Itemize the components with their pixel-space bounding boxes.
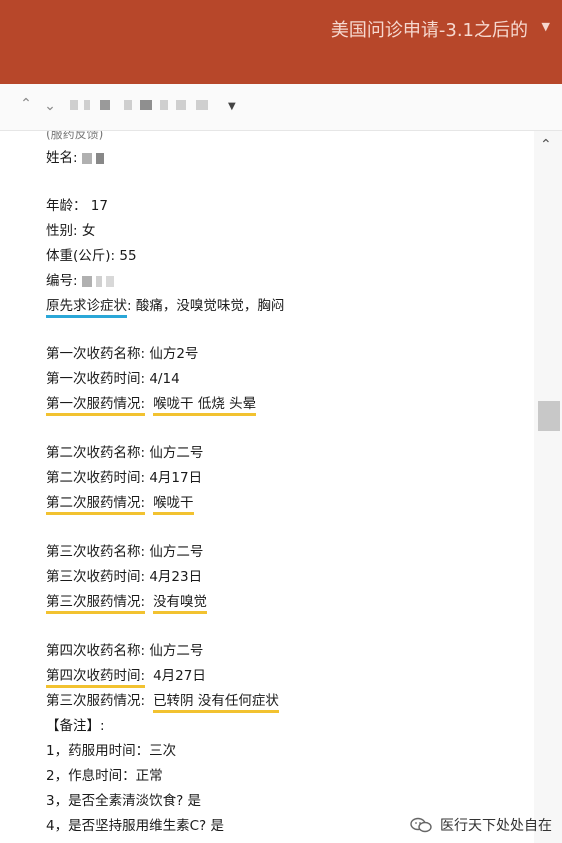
- first-time-line: 第一次收药时间: 4/14: [46, 371, 180, 387]
- third-status-label: 第三次服药情况:: [46, 594, 146, 614]
- third-time-line: 第三次收药时间: 4月23日: [46, 569, 203, 585]
- window-title: 美国问诊申请-3.1之后的: [330, 20, 528, 41]
- second-med-line: 第二次收药名称: 仙方二号: [46, 445, 204, 461]
- fourth-time-line: 第四次收药时间: 4月27日: [46, 667, 206, 688]
- gender-line: 性别: 女: [46, 223, 96, 239]
- age-line: 年龄： 17: [46, 198, 108, 214]
- symptoms-line: 原先求诊症状: 酸痛，没嗅觉味觉，胸闷: [46, 297, 285, 318]
- message-window: ⌃ ⌃ ▼ (服药反馈) 姓名: 年龄： 17 性别: 女 体重(公斤): 55…: [0, 84, 562, 843]
- redacted-sender: [124, 100, 132, 110]
- id-label: 编号:: [46, 273, 78, 289]
- redacted-sender: [84, 100, 90, 110]
- fourth-status-label: 第三次服药情况:: [46, 693, 146, 709]
- name-line: 姓名:: [46, 149, 104, 167]
- message-toolbar: ⌃ ⌃ ▼: [0, 84, 562, 131]
- note-item: 3，是否全素清淡饮食? 是: [46, 793, 202, 809]
- wechat-icon: [410, 817, 432, 833]
- fourth-time-label: 第四次收药时间:: [46, 668, 146, 688]
- redacted-id: [81, 275, 92, 287]
- watermark: 医行天下处处自在: [410, 815, 552, 835]
- vertical-scrollbar[interactable]: ⌃: [534, 131, 562, 843]
- weight-line: 体重(公斤): 55: [46, 248, 137, 264]
- redacted-sender: [70, 100, 78, 110]
- redacted-sender: [160, 100, 168, 110]
- sender-dropdown-icon[interactable]: ▼: [228, 101, 236, 112]
- third-status-value: 没有嗅觉: [153, 594, 208, 614]
- redacted-sender: [100, 100, 110, 110]
- name-label: 姓名:: [46, 150, 78, 166]
- fourth-status-value: 已转阴 没有任何症状: [153, 693, 279, 713]
- fourth-time-value: 4月27日: [153, 668, 206, 684]
- second-status-value: 喉咙干: [153, 495, 194, 515]
- notes-header: 【备注】:: [46, 718, 105, 734]
- note-item: 2，作息时间：正常: [46, 768, 163, 784]
- first-med-line: 第一次收药名称: 仙方2号: [46, 346, 199, 362]
- watermark-text: 医行天下处处自在: [440, 818, 552, 834]
- scroll-up-icon[interactable]: ⌃: [540, 137, 552, 153]
- fourth-status-line: 第三次服药情况: 已转阴 没有任何症状: [46, 692, 279, 713]
- second-time-line: 第二次收药时间: 4月17日: [46, 470, 203, 486]
- redacted-id: [95, 275, 102, 287]
- note-item: 1，药服用时间：三次: [46, 743, 177, 759]
- scroll-thumb[interactable]: [538, 401, 560, 431]
- title-dropdown-icon[interactable]: ▼: [542, 20, 550, 33]
- id-line: 编号:: [46, 272, 114, 290]
- third-med-line: 第三次收药名称: 仙方二号: [46, 544, 204, 560]
- redacted-id: [105, 275, 114, 287]
- title-bar: 美国问诊申请-3.1之后的 ▼: [0, 0, 562, 84]
- previous-arrow-icon[interactable]: ⌃: [18, 96, 34, 112]
- redacted-sender: [140, 100, 152, 110]
- message-body: (服药反馈) 姓名: 年龄： 17 性别: 女 体重(公斤): 55 编号: 原…: [0, 131, 532, 843]
- symptoms-label: 原先求诊症状: [46, 298, 127, 318]
- first-status-label: 第一次服药情况:: [46, 396, 146, 416]
- first-status-line: 第一次服药情况: 喉咙干 低烧 头晕: [46, 395, 257, 416]
- next-arrow-icon[interactable]: ⌃: [42, 96, 58, 112]
- first-status-value: 喉咙干 低烧 头晕: [153, 396, 257, 416]
- redacted-name: [81, 152, 92, 164]
- note-item: 4，是否坚持服用维生素C? 是: [46, 818, 224, 834]
- redacted-sender: [196, 100, 208, 110]
- second-status-label: 第二次服药情况:: [46, 495, 146, 515]
- symptoms-value: : 酸痛，没嗅觉味觉，胸闷: [127, 298, 285, 314]
- third-status-line: 第三次服药情况: 没有嗅觉: [46, 593, 208, 614]
- fourth-med-line: 第四次收药名称: 仙方二号: [46, 643, 204, 659]
- redacted-name: [95, 152, 104, 164]
- second-status-line: 第二次服药情况: 喉咙干: [46, 494, 194, 515]
- redacted-sender: [176, 100, 186, 110]
- cut-off-heading: (服药反馈): [46, 131, 104, 141]
